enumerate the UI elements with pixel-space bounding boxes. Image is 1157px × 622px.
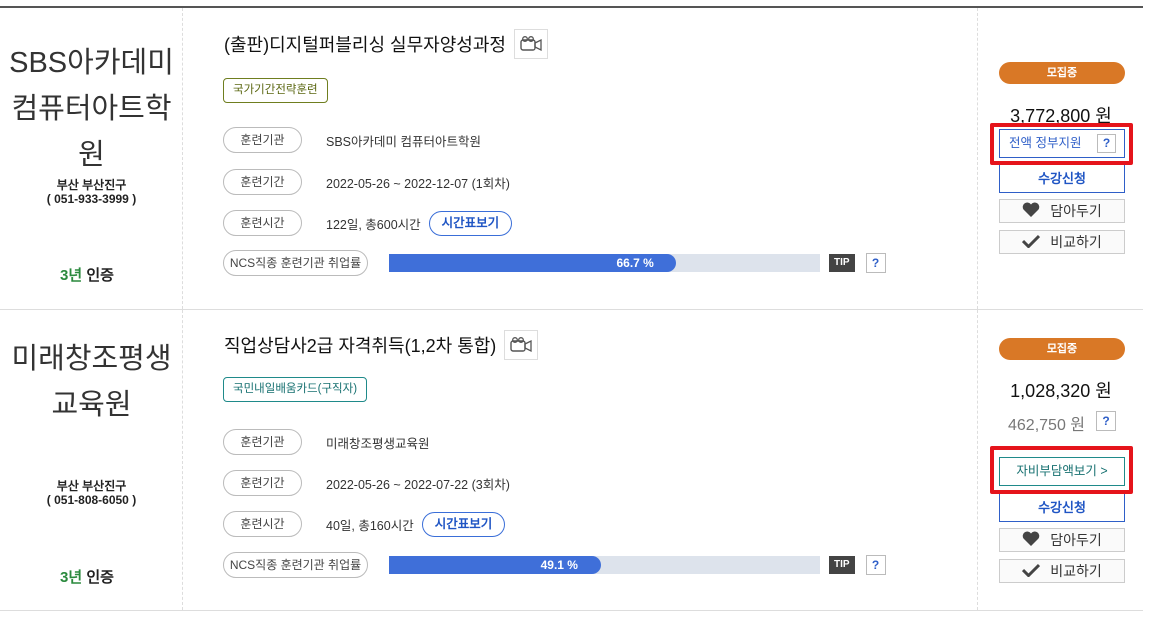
wishlist-label: 담아두기 <box>1050 203 1102 219</box>
training-time: 122일, 총600시간 <box>326 217 421 232</box>
label-ncs: NCS직종 훈련기관 취업률 <box>223 552 368 578</box>
course-price: 1,028,320 원 <box>1010 381 1112 401</box>
video-camera-icon[interactable] <box>513 29 548 59</box>
video-camera-icon[interactable] <box>504 330 539 360</box>
employment-rate-bar: 49.1 % <box>389 556 820 574</box>
check-icon <box>1022 561 1041 583</box>
wishlist-button[interactable]: 담아두기 <box>999 199 1125 223</box>
highlight-box <box>990 123 1133 165</box>
compare-button[interactable]: 비교하기 <box>999 559 1125 583</box>
status-badge: 모집중 <box>999 62 1125 84</box>
institution-column: SBS아카데미 컴퓨터아트학원 부산 부산진구 ( 051-933-3999 )… <box>0 8 183 309</box>
training-period: 2022-05-26 ~ 2022-07-22 (3회차) <box>326 477 510 492</box>
timetable-button[interactable]: 시간표보기 <box>421 511 506 537</box>
wishlist-label: 담아두기 <box>1050 532 1102 548</box>
label-org: 훈련기관 <box>223 429 302 455</box>
institution-name[interactable]: SBS아카데미 컴퓨터아트학원 <box>8 40 175 178</box>
status-badge: 모집중 <box>999 338 1125 360</box>
heart-icon <box>1022 201 1040 223</box>
training-type-tag: 국가기간전략훈련 <box>223 78 328 103</box>
course-title[interactable]: 직업상담사2급 자격취득(1,2차 통합) <box>224 332 496 358</box>
apply-button[interactable]: 수강신청 <box>999 493 1125 522</box>
compare-label: 비교하기 <box>1050 234 1102 250</box>
apply-button[interactable]: 수강신청 <box>999 164 1125 193</box>
cert-years: 3년 <box>60 569 83 586</box>
institution-location: 부산 부산진구 <box>56 479 127 493</box>
course-card: 미래창조평생교육원 부산 부산진구 ( 051-808-6050 ) 3년 인증… <box>0 310 1143 611</box>
training-type-tag: 국민내일배움카드(구직자) <box>223 377 368 402</box>
certification-badge: 3년 인증 <box>60 566 114 587</box>
label-ncs: NCS직종 훈련기관 취업률 <box>223 250 368 276</box>
institution-location: 부산 부산진구 <box>56 178 127 192</box>
training-org: 미래창조평생교육원 <box>326 436 430 451</box>
cert-years: 3년 <box>60 267 83 284</box>
institution-phone: ( 051-933-3999 ) <box>46 192 137 206</box>
employment-rate-label: 49.1 % <box>540 558 578 572</box>
tip-badge[interactable]: TIP <box>829 254 855 272</box>
cert-label: 인증 <box>86 267 114 284</box>
label-org: 훈련기관 <box>223 127 302 153</box>
highlight-box <box>990 446 1133 494</box>
question-icon[interactable]: ? <box>1096 411 1116 431</box>
compare-button[interactable]: 비교하기 <box>999 230 1125 254</box>
course-info: 직업상담사2급 자격취득(1,2차 통합) 국민내일배움카드(구직자) 훈련기관… <box>184 310 978 610</box>
label-time: 훈련시간 <box>223 511 302 537</box>
label-period: 훈련기간 <box>223 169 302 195</box>
institution-phone: ( 051-808-6050 ) <box>46 493 137 507</box>
wishlist-button[interactable]: 담아두기 <box>999 528 1125 552</box>
question-icon[interactable]: ? <box>865 253 886 273</box>
cert-label: 인증 <box>86 569 114 586</box>
training-time: 40일, 총160시간 <box>326 518 414 533</box>
certification-badge: 3년 인증 <box>60 264 114 285</box>
institution-column: 미래창조평생교육원 부산 부산진구 ( 051-808-6050 ) 3년 인증 <box>0 310 183 610</box>
institution-name[interactable]: 미래창조평생교육원 <box>8 336 175 428</box>
check-icon <box>1022 232 1041 254</box>
heart-icon <box>1022 530 1040 552</box>
timetable-button[interactable]: 시간표보기 <box>428 210 513 236</box>
compare-label: 비교하기 <box>1050 563 1102 579</box>
label-period: 훈련기간 <box>223 470 302 496</box>
question-icon[interactable]: ? <box>865 555 886 575</box>
tip-badge[interactable]: TIP <box>829 556 855 574</box>
employment-rate-bar: 66.7 % <box>389 254 820 272</box>
training-org: SBS아카데미 컴퓨터아트학원 <box>326 134 481 149</box>
employment-rate-label: 66.7 % <box>616 256 654 270</box>
course-info: (출판)디지털퍼블리싱 실무자양성과정 국가기간전략훈련 훈련기관 SBS아카데… <box>184 8 978 309</box>
label-time: 훈련시간 <box>223 210 302 236</box>
course-title[interactable]: (출판)디지털퍼블리싱 실무자양성과정 <box>224 31 506 57</box>
training-period: 2022-05-26 ~ 2022-12-07 (1회차) <box>326 176 510 191</box>
course-card: SBS아카데미 컴퓨터아트학원 부산 부산진구 ( 051-933-3999 )… <box>0 8 1143 310</box>
self-pay-price: 462,750 원 <box>1008 417 1086 434</box>
